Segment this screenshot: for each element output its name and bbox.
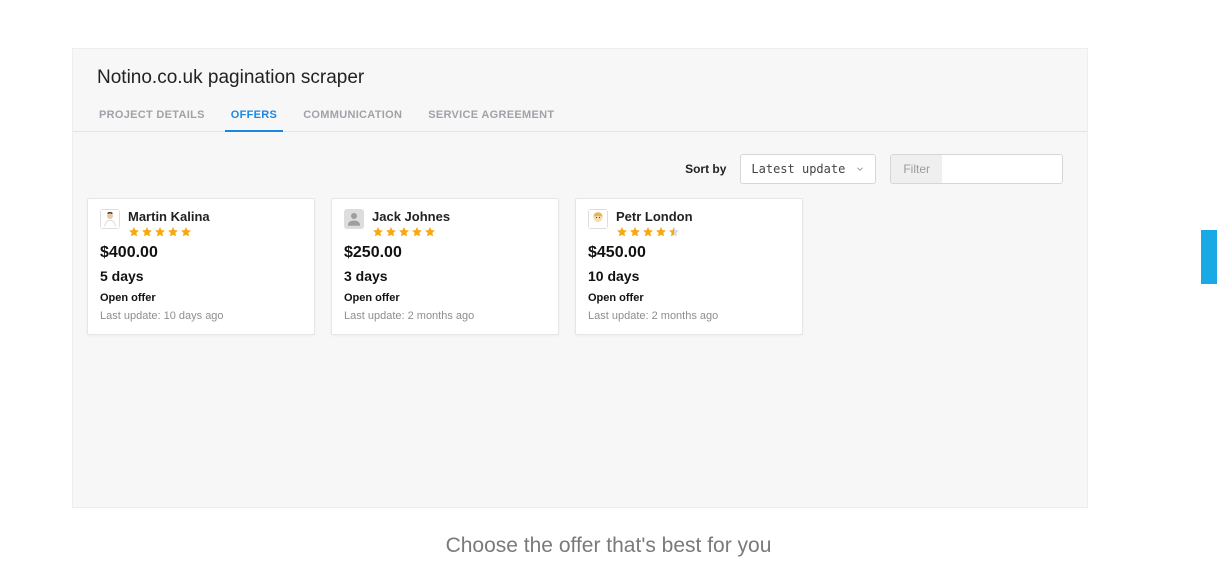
star-icon xyxy=(411,226,423,238)
star-icon xyxy=(616,226,628,238)
offer-name: Martin Kalina xyxy=(128,209,210,225)
star-icon xyxy=(154,226,166,238)
star-icon xyxy=(655,226,667,238)
star-icon xyxy=(167,226,179,238)
star-icon xyxy=(385,226,397,238)
offer-price: $450.00 xyxy=(588,244,790,262)
offers-panel: Notino.co.uk pagination scraper PROJECT … xyxy=(72,48,1088,508)
offer-updated: Last update: 2 months ago xyxy=(344,310,546,322)
filter-input[interactable] xyxy=(942,155,1062,183)
avatar xyxy=(344,209,364,229)
offers-list: Martin Kalina $400.00 5 days Open offer … xyxy=(73,198,1087,335)
offer-price: $400.00 xyxy=(100,244,302,262)
star-icon xyxy=(180,226,192,238)
tab-service-agreement[interactable]: SERVICE AGREEMENT xyxy=(426,103,556,131)
feedback-tab[interactable] xyxy=(1201,230,1217,284)
page-title: Notino.co.uk pagination scraper xyxy=(73,67,1087,89)
list-controls: Sort by Latest update Filter xyxy=(73,132,1087,198)
tab-offers[interactable]: OFFERS xyxy=(229,103,279,131)
offer-rating xyxy=(372,226,450,238)
offer-status: Open offer xyxy=(344,292,546,304)
star-half-icon xyxy=(668,226,680,238)
tabs: PROJECT DETAILS OFFERS COMMUNICATION SER… xyxy=(73,103,1087,132)
offer-duration: 5 days xyxy=(100,268,302,284)
offer-updated: Last update: 2 months ago xyxy=(588,310,790,322)
star-icon xyxy=(629,226,641,238)
avatar xyxy=(588,209,608,229)
offer-name: Petr London xyxy=(616,209,693,225)
offer-duration: 10 days xyxy=(588,268,790,284)
offer-price: $250.00 xyxy=(344,244,546,262)
offer-updated: Last update: 10 days ago xyxy=(100,310,302,322)
star-icon xyxy=(372,226,384,238)
offer-rating xyxy=(128,226,210,238)
tab-project-details[interactable]: PROJECT DETAILS xyxy=(97,103,207,131)
offer-rating xyxy=(616,226,693,238)
filter-label: Filter xyxy=(891,155,942,183)
offer-card[interactable]: Martin Kalina $400.00 5 days Open offer … xyxy=(87,198,315,335)
sort-select[interactable]: Latest update xyxy=(740,154,876,184)
offer-card[interactable]: Jack Johnes $250.00 3 days Open offer La… xyxy=(331,198,559,335)
offer-name: Jack Johnes xyxy=(372,209,450,225)
star-icon xyxy=(642,226,654,238)
offer-status: Open offer xyxy=(588,292,790,304)
page-caption: Choose the offer that's best for you xyxy=(0,534,1217,558)
sort-selected-value: Latest update xyxy=(751,162,845,176)
chevron-down-icon xyxy=(855,164,865,174)
star-icon xyxy=(141,226,153,238)
offer-card[interactable]: Petr London $450.00 10 days Open offer L… xyxy=(575,198,803,335)
filter-field[interactable]: Filter xyxy=(890,154,1063,184)
tab-communication[interactable]: COMMUNICATION xyxy=(301,103,404,131)
avatar xyxy=(100,209,120,229)
star-icon xyxy=(128,226,140,238)
star-icon xyxy=(398,226,410,238)
offer-status: Open offer xyxy=(100,292,302,304)
offer-duration: 3 days xyxy=(344,268,546,284)
star-icon xyxy=(424,226,436,238)
sort-by-label: Sort by xyxy=(685,162,726,176)
